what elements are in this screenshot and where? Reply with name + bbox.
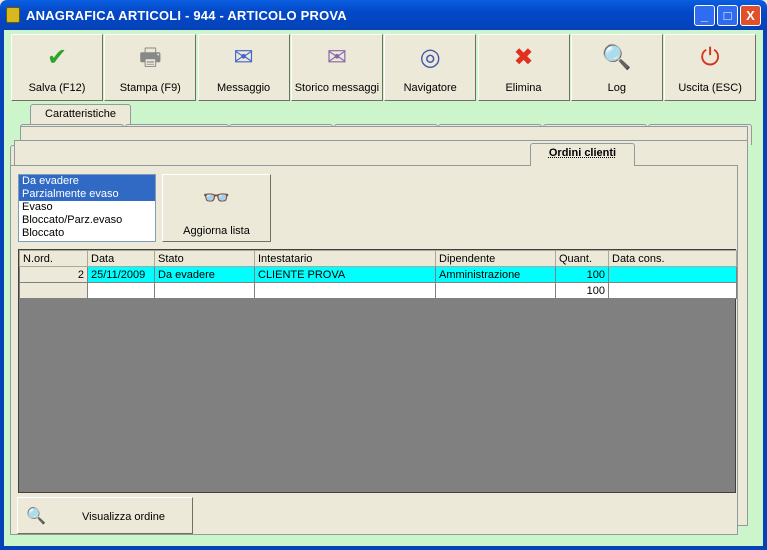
totals-row: 100 <box>19 282 737 299</box>
minimize-button[interactable]: _ <box>694 5 715 26</box>
compass-icon: ◎ <box>419 44 441 71</box>
column-header[interactable]: Intestatario <box>254 250 436 267</box>
envelope-pen-icon: ✉ <box>233 44 254 71</box>
check-icon: ✔ <box>46 44 68 71</box>
printer-icon: 🖶 <box>138 44 162 71</box>
view-order-label: Visualizza ordine <box>82 511 165 523</box>
view-order-button[interactable]: 🔍 Visualizza ordine <box>17 497 193 534</box>
title-bar: ANAGRAFICA ARTICOLI - 944 - ARTICOLO PRO… <box>0 0 767 30</box>
document-search-icon: 🔍 <box>26 508 46 525</box>
toolbar-button-label: Storico messaggi <box>294 82 380 94</box>
delete-x-icon: ✖ <box>513 44 534 71</box>
toolbar-button-label: Stampa (F9) <box>119 82 181 94</box>
column-header[interactable]: N.ord. <box>19 250 88 267</box>
maximize-button[interactable]: □ <box>717 5 738 26</box>
toolbar-button-label: Messaggio <box>216 82 271 94</box>
status-option[interactable]: Da evadere <box>19 175 155 188</box>
toolbar-button-label: Navigatore <box>403 82 457 94</box>
grid-cell[interactable]: 100 <box>555 266 609 283</box>
toolbar-button-messaggio[interactable]: ✉ Messaggio <box>197 34 290 101</box>
book-search-icon: 🔍 <box>601 44 632 71</box>
refresh-list-label: Aggiorna lista <box>183 225 250 237</box>
column-header[interactable]: Stato <box>154 250 255 267</box>
column-header[interactable]: Data <box>87 250 155 267</box>
toolbar-button-label: Elimina <box>505 82 542 94</box>
binoculars-icon: 👓 <box>202 185 231 210</box>
column-header[interactable]: Dipendente <box>435 250 556 267</box>
status-option[interactable]: Bloccato/Parz.evaso <box>19 214 155 227</box>
table-row[interactable]: 2 25/11/2009 Da evadere CLIENTE PROVA Ammini… <box>19 266 737 283</box>
grid-cell[interactable]: CLIENTE PROVA <box>254 266 436 283</box>
envelope-search-icon: ✉ <box>326 44 347 71</box>
toolbar-button-log[interactable]: 🔍 Log <box>570 34 663 101</box>
tab-ordini-clienti[interactable]: Ordini clienti <box>530 143 635 166</box>
status-filter-list[interactable]: Da evadere Parzialmente evaso Evaso Bloccat… <box>18 174 156 242</box>
toolbar-button-uscita-esc[interactable]: ⏻ Uscita (ESC) <box>664 34 757 101</box>
toolbar-button-label: Salva (F12) <box>28 82 86 94</box>
column-header[interactable]: Quant. <box>555 250 609 267</box>
toolbar-button-elimina[interactable]: ✖ Elimina <box>477 34 570 101</box>
grid-cell[interactable]: Amministrazione <box>435 266 556 283</box>
app-icon <box>6 7 20 23</box>
total-quantity: 100 <box>555 282 609 299</box>
grid-cell[interactable]: 25/11/2009 <box>87 266 155 283</box>
grid-header-row: N.ord. Data Stato Intestatario Dipendente Qua… <box>19 250 737 267</box>
window-title: ANAGRAFICA ARTICOLI - 944 - ARTICOLO PRO… <box>26 8 347 23</box>
toolbar-button-storico-messaggi[interactable]: ✉ Storico messaggi <box>290 34 383 101</box>
exit-icon: ⏻ <box>700 44 720 71</box>
toolbar-button-stampa-f9[interactable]: 🖶 Stampa (F9) <box>104 34 197 101</box>
refresh-list-button[interactable]: 👓 Aggiorna lista <box>162 174 271 242</box>
grid-cell[interactable]: Da evadere <box>154 266 255 283</box>
status-option[interactable]: Bloccato <box>19 227 155 240</box>
tab-caratteristiche[interactable]: Caratteristiche <box>30 104 131 125</box>
status-option[interactable]: Parzialmente evaso <box>19 188 155 201</box>
grid-cell[interactable]: 2 <box>19 266 88 283</box>
column-header[interactable]: Data cons. <box>608 250 737 267</box>
toolbar-button-label: Uscita (ESC) <box>678 82 742 94</box>
toolbar-button-label: Log <box>607 82 626 94</box>
orders-grid[interactable]: N.ord. Data Stato Intestatario Dipendente Qua… <box>18 249 737 493</box>
status-option[interactable]: Evaso <box>19 201 155 214</box>
grid-cell[interactable] <box>608 266 737 283</box>
toolbar-button-salva-f12[interactable]: ✔ Salva (F12) <box>11 34 103 101</box>
toolbar-button-navigatore[interactable]: ◎ Navigatore <box>384 34 477 101</box>
close-button[interactable]: X <box>740 5 761 26</box>
